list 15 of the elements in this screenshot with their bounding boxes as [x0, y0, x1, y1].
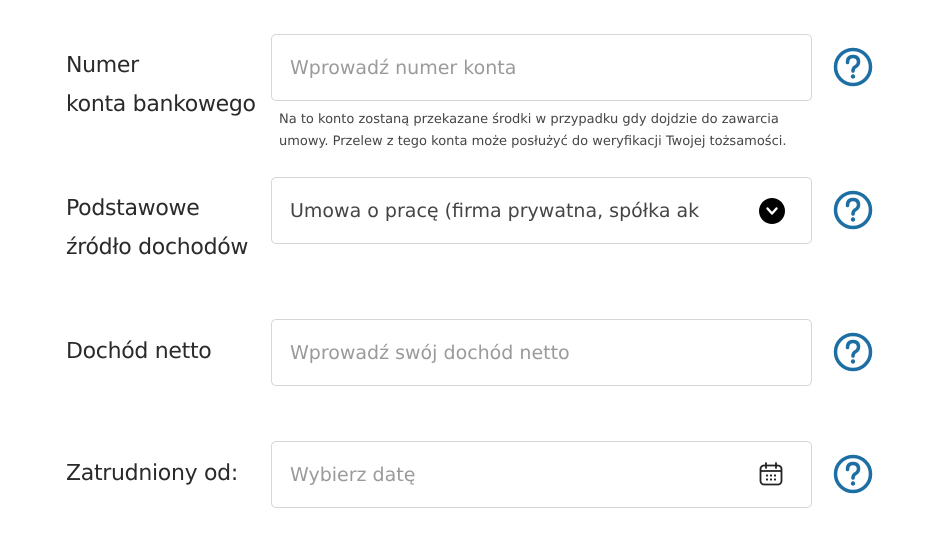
calendar-icon — [758, 461, 784, 487]
help-icon[interactable] — [833, 190, 873, 230]
field-label: Podstawowe źródło dochodów — [66, 195, 250, 262]
help-icon[interactable] — [833, 332, 873, 372]
hint-text: Na to konto zostaną przekazane środki w przypadku gdy dojdzie do zawarcia umowy. Przelew z tego konta może posłużyć do weryfikacji Twojej tożsamości. — [278, 111, 788, 151]
date-field[interactable]: Wybierz datę — [271, 441, 812, 508]
field-label: Zatrudniony od: — [66, 460, 239, 488]
input-field[interactable]: Wprowadź swój dochód netto — [271, 319, 812, 386]
input-field[interactable]: Wprowadź numer konta — [271, 34, 812, 101]
field-label: Numer konta bankowego — [66, 52, 257, 119]
help-icon[interactable] — [833, 454, 873, 494]
select-field[interactable]: Umowa o pracę (firma prywatna, spółka ak — [271, 177, 812, 244]
field-label: Dochód netto — [66, 338, 212, 366]
help-icon[interactable] — [833, 47, 873, 87]
chevron-down-icon — [759, 198, 785, 224]
